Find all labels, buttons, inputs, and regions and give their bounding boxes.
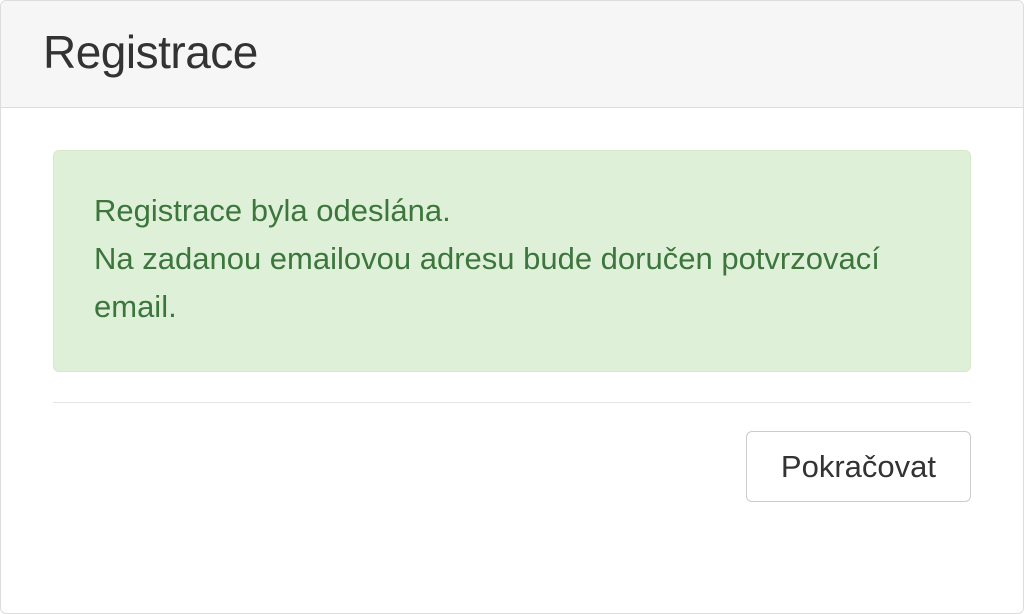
panel-header: Registrace <box>1 1 1023 108</box>
page-title: Registrace <box>43 25 981 79</box>
panel-footer: Pokračovat <box>1 402 1023 542</box>
button-row: Pokračovat <box>53 431 971 502</box>
registration-panel: Registrace Registrace byla odeslána. Na … <box>0 0 1024 614</box>
success-alert: Registrace byla odeslána. Na zadanou ema… <box>53 150 971 372</box>
panel-body: Registrace byla odeslána. Na zadanou ema… <box>1 108 1023 402</box>
alert-line1: Registrace byla odeslána. <box>94 187 930 235</box>
alert-line2: Na zadanou emailovou adresu bude doručen… <box>94 235 930 331</box>
continue-button[interactable]: Pokračovat <box>746 431 971 502</box>
divider <box>53 402 971 403</box>
